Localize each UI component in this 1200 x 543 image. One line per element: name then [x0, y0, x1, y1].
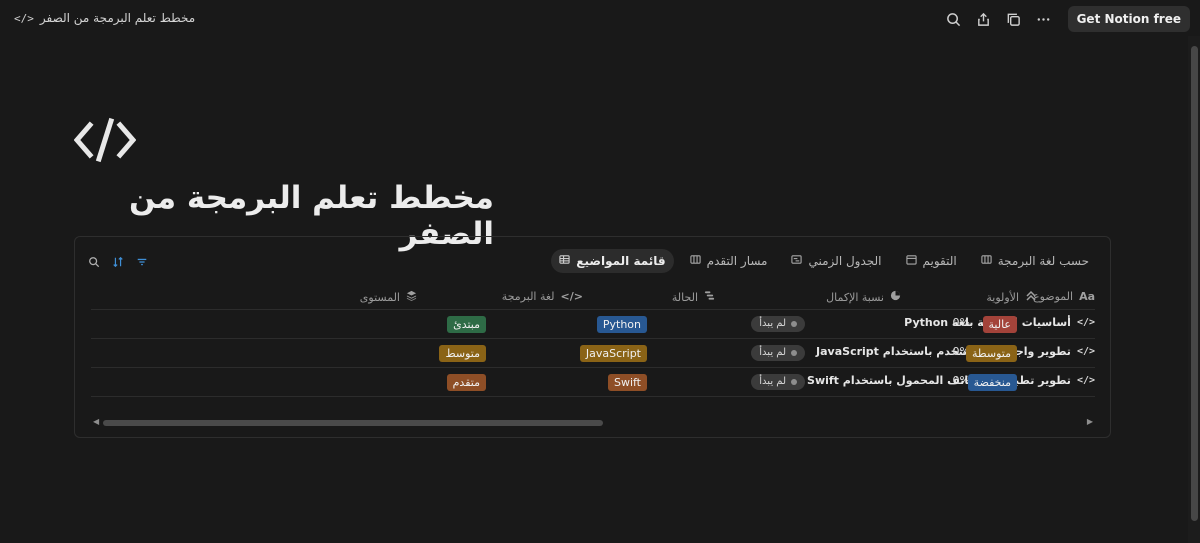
column-header-topic[interactable]: Aa الموضوع — [1033, 290, 1095, 303]
search-icon[interactable] — [87, 255, 101, 269]
tab-calendar[interactable]: التقويم — [898, 249, 965, 273]
scrollbar-thumb[interactable] — [1191, 46, 1198, 521]
status-dot — [791, 379, 797, 385]
view-tools — [87, 255, 149, 269]
priority-cell[interactable]: منخفضة — [967, 374, 1017, 391]
scroll-left-icon[interactable]: ◀ — [93, 417, 99, 426]
language-tag: Python — [596, 316, 647, 333]
status-badge: لم يبدأ — [751, 316, 805, 332]
language-cell[interactable]: Swift — [607, 374, 647, 391]
status-cell[interactable]: لم يبدأ — [751, 345, 805, 361]
get-notion-free-button[interactable]: Get Notion free — [1067, 6, 1190, 32]
status-badge: لم يبدأ — [751, 374, 805, 390]
column-header-language[interactable]: </> لغة البرمجة — [502, 290, 583, 303]
topic-title[interactable]: تطوير تطبيقات الهاتف المحمول باستخدام Sw… — [807, 374, 1071, 387]
column-header-level[interactable]: المستوى — [360, 290, 417, 304]
table-header: Aa الموضوع المستوى </> لغة البرمجة الحال… — [91, 285, 1095, 310]
status-cell[interactable]: لم يبدأ — [751, 374, 805, 390]
tab-by-language[interactable]: حسب لغة البرمجة — [973, 249, 1097, 273]
scroll-right-icon[interactable]: ▶ — [1087, 417, 1093, 426]
table-icon — [559, 254, 570, 268]
tab-label: الجدول الزمني — [808, 254, 882, 268]
database-block: قائمة المواضيع مسار التقدم الجدول الزمني… — [74, 236, 1111, 438]
status-label: لم يبدأ — [759, 318, 786, 329]
level-tag: مبتدئ — [447, 316, 486, 333]
column-label: الموضوع — [1033, 290, 1074, 303]
level-cell[interactable]: مبتدئ — [447, 316, 486, 333]
table-row[interactable]: </> تطوير واجهات المستخدم باستخدام JavaS… — [91, 339, 1095, 368]
tab-label: قائمة المواضيع — [576, 254, 666, 268]
board-icon — [690, 254, 701, 268]
column-header-completion[interactable]: نسبة الإكمال — [826, 290, 901, 304]
column-header-priority[interactable]: الأولوية — [986, 290, 1037, 305]
code-icon: </> — [1076, 346, 1095, 357]
layers-icon — [406, 290, 417, 304]
search-icon[interactable] — [944, 9, 964, 29]
view-tabs: قائمة المواضيع مسار التقدم الجدول الزمني… — [551, 249, 1097, 273]
table-row[interactable]: </> أساسيات البرمجة بلغة Python مبتدئ Py… — [91, 310, 1095, 339]
level-cell[interactable]: متوسط — [439, 345, 486, 362]
status-dot — [791, 350, 797, 356]
priority-tag: عالية — [982, 316, 1017, 333]
tab-progress-path[interactable]: مسار التقدم — [682, 249, 776, 273]
language-tag: JavaScript — [579, 345, 647, 362]
topic-title[interactable]: تطوير واجهات المستخدم باستخدام JavaScrip… — [816, 345, 1071, 358]
status-cell[interactable]: لم يبدأ — [751, 316, 805, 332]
chevrons-up-icon — [1025, 290, 1037, 305]
text-property-icon: Aa — [1079, 290, 1095, 303]
level-tag: متوسط — [439, 345, 486, 362]
column-label: الأولوية — [986, 291, 1019, 304]
status-icon — [704, 290, 715, 304]
status-badge: لم يبدأ — [751, 345, 805, 361]
column-label: المستوى — [359, 290, 400, 304]
code-icon: </> — [1076, 317, 1095, 328]
more-icon[interactable] — [1034, 9, 1054, 29]
share-icon[interactable] — [974, 9, 994, 29]
status-label: لم يبدأ — [759, 376, 786, 387]
calendar-icon — [905, 254, 917, 268]
top-bar: </> مخطط تعلم البرمجة من الصفر Get Notio… — [0, 0, 1200, 36]
code-icon: </> — [560, 290, 583, 303]
code-icon[interactable] — [73, 115, 137, 165]
duplicate-icon[interactable] — [1004, 9, 1024, 29]
filter-icon[interactable] — [135, 255, 149, 269]
language-cell[interactable]: JavaScript — [579, 345, 647, 362]
code-icon: </> — [14, 11, 34, 25]
status-dot — [791, 321, 797, 327]
tab-topics-list[interactable]: قائمة المواضيع — [551, 249, 674, 273]
priority-tag: متوسطة — [965, 345, 1017, 362]
priority-cell[interactable]: عالية — [982, 316, 1017, 333]
horizontal-scrollbar[interactable]: ◀ ▶ — [91, 417, 1095, 429]
priority-tag: منخفضة — [967, 374, 1017, 391]
status-label: لم يبدأ — [759, 347, 786, 358]
level-tag: متقدم — [446, 374, 486, 391]
sort-icon[interactable] — [111, 255, 125, 269]
tab-timeline[interactable]: الجدول الزمني — [783, 249, 889, 273]
column-label: لغة البرمجة — [501, 290, 555, 303]
priority-cell[interactable]: متوسطة — [965, 345, 1017, 362]
column-label: نسبة الإكمال — [826, 290, 884, 304]
scrollbar-thumb[interactable] — [103, 420, 603, 426]
breadcrumb-title[interactable]: مخطط تعلم البرمجة من الصفر — [40, 11, 195, 25]
language-tag: Swift — [607, 374, 647, 391]
completion-cell[interactable]: 0% — [953, 316, 970, 329]
board-icon — [981, 254, 992, 268]
table-row[interactable]: </> تطوير تطبيقات الهاتف المحمول باستخدا… — [91, 368, 1095, 397]
breadcrumb[interactable]: </> مخطط تعلم البرمجة من الصفر — [14, 11, 195, 25]
column-header-status[interactable]: الحالة — [672, 290, 715, 304]
tab-label: حسب لغة البرمجة — [997, 254, 1089, 268]
code-icon: </> — [1076, 375, 1095, 386]
timeline-icon — [791, 254, 803, 268]
pie-chart-icon — [890, 290, 901, 304]
database-table: Aa الموضوع المستوى </> لغة البرمجة الحال… — [91, 285, 1095, 397]
tab-label: مسار التقدم — [706, 254, 768, 268]
top-actions: Get Notion free — [944, 6, 1190, 32]
topic-cell[interactable]: </> تطوير تطبيقات الهاتف المحمول باستخدا… — [807, 374, 1095, 387]
column-label: الحالة — [671, 290, 698, 304]
language-cell[interactable]: Python — [596, 316, 647, 333]
level-cell[interactable]: متقدم — [446, 374, 486, 391]
vertical-scrollbar[interactable] — [1188, 36, 1200, 543]
tab-label: التقويم — [922, 254, 957, 268]
